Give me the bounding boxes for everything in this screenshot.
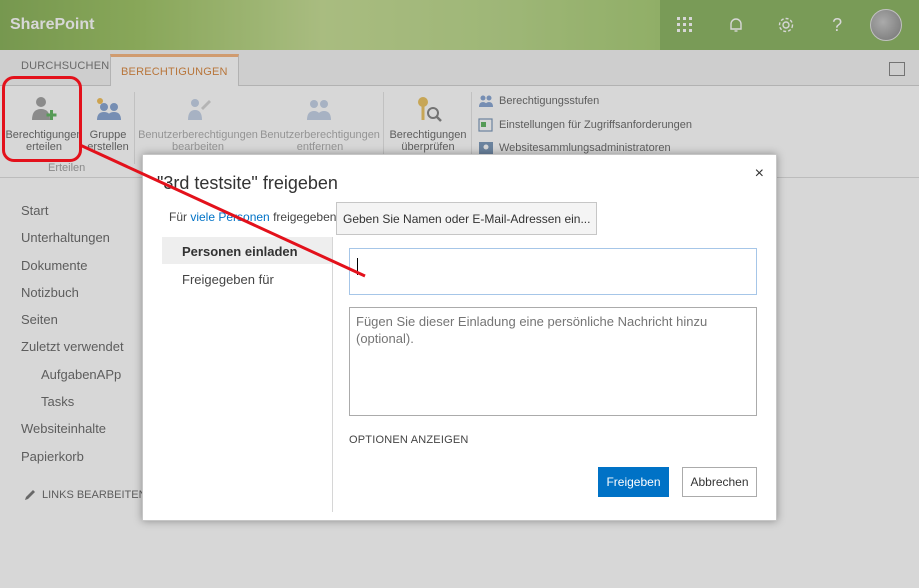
many-people-link[interactable]: viele Personen xyxy=(190,210,269,224)
dialog-nav: Personen einladen Freigegeben für xyxy=(162,237,333,512)
share-dialog: "3rd testsite" freigeben × Für viele Per… xyxy=(142,154,777,521)
tab-invite-people[interactable]: Personen einladen xyxy=(162,237,332,264)
share-button[interactable]: Freigeben xyxy=(598,467,669,497)
shared-suffix: freigegeben xyxy=(269,210,337,224)
shared-with-summary: Für viele Personen freigegeben xyxy=(169,210,336,224)
cancel-button[interactable]: Abbrechen xyxy=(682,467,757,497)
close-icon[interactable]: × xyxy=(755,165,764,183)
show-options-link[interactable]: OPTIONEN ANZEIGEN xyxy=(349,434,469,446)
people-picker-input[interactable] xyxy=(349,248,757,295)
text-caret xyxy=(357,258,358,275)
dialog-title: "3rd testsite" freigeben xyxy=(157,173,338,193)
names-hint-button[interactable]: Geben Sie Namen oder E-Mail-Adressen ein… xyxy=(336,202,598,235)
tab-shared-with[interactable]: Freigegeben für xyxy=(162,265,332,292)
message-field[interactable] xyxy=(349,307,757,416)
shared-prefix: Für xyxy=(169,210,191,224)
highlight-annotation xyxy=(2,76,82,162)
